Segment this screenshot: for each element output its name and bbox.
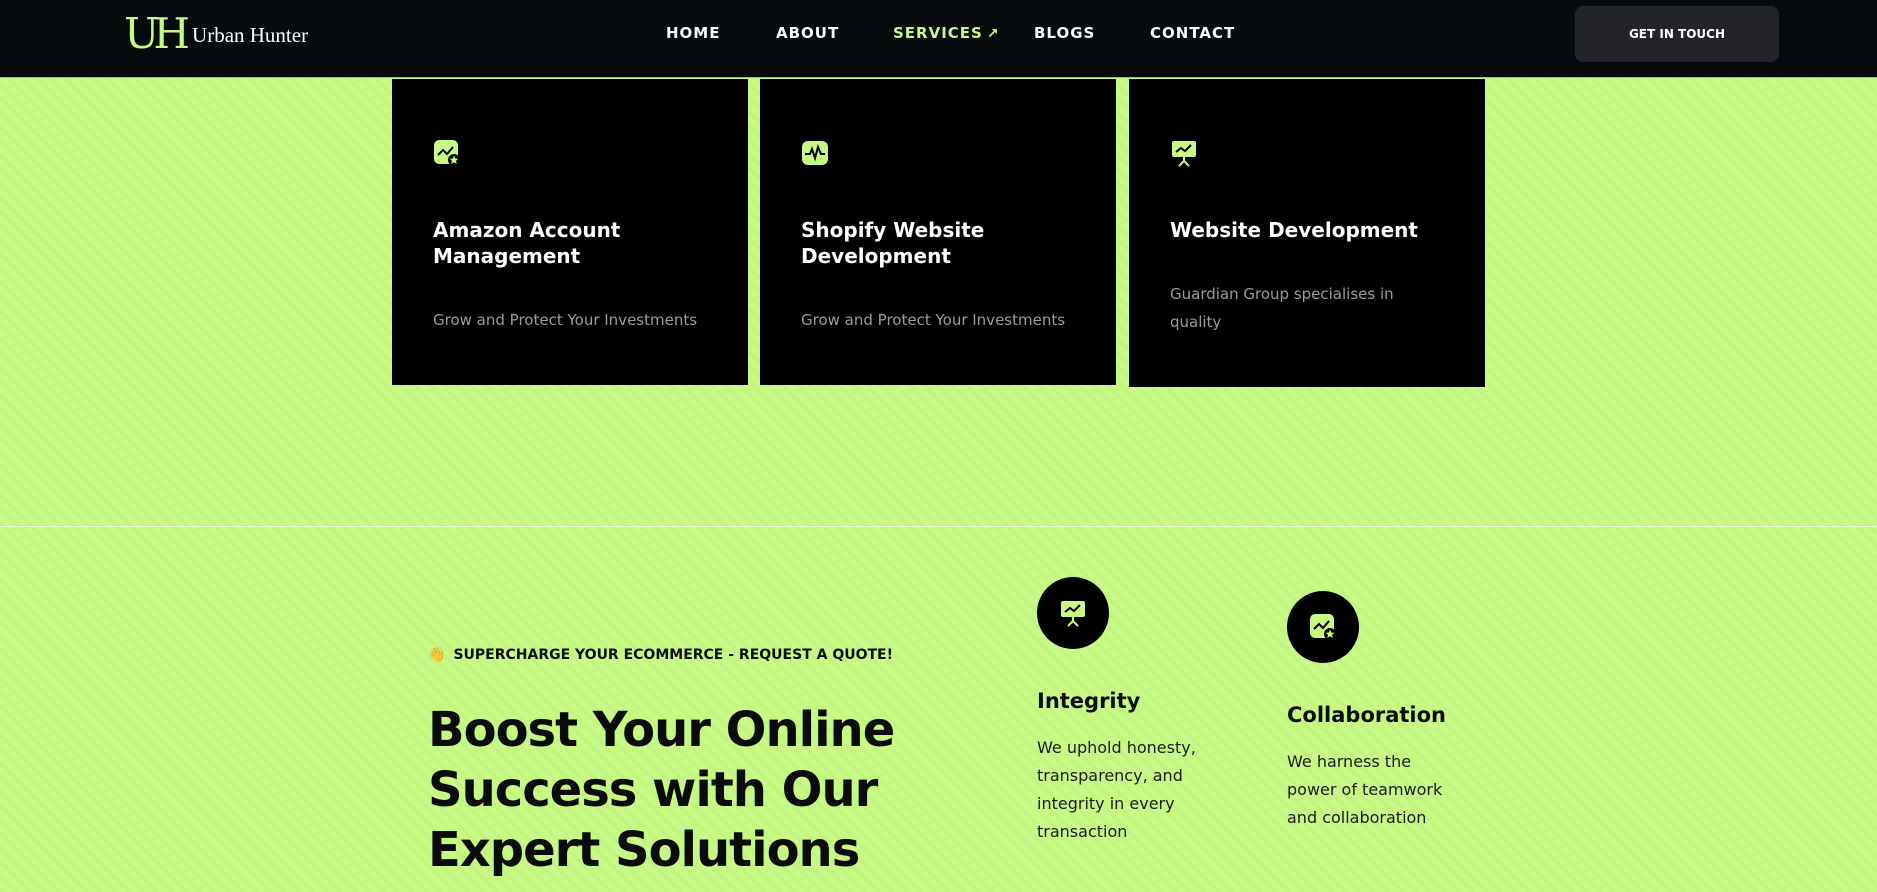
chart-badge-icon — [1310, 614, 1336, 640]
service-card-amazon[interactable]: Amazon Account Management Grow and Prote… — [392, 79, 748, 385]
headline: Boost Your Online Success with Our Exper… — [428, 702, 895, 878]
waving-hand-icon: 👋 — [428, 647, 446, 663]
service-description: Grow and Protect Your Investments — [801, 311, 1066, 329]
nav-about[interactable]: ABOUT — [776, 24, 839, 42]
pulse-icon — [802, 141, 828, 165]
get-in-touch-button[interactable]: GET IN TOUCH — [1575, 6, 1779, 62]
eyebrow-label: SUPERCHARGE YOUR ECOMMERCE - REQUEST A Q… — [453, 647, 893, 663]
nav-services-label: SERVICES — [893, 24, 983, 42]
presentation-icon — [1061, 601, 1085, 627]
integrity-badge — [1037, 577, 1109, 649]
logo-mark: UH — [124, 9, 190, 58]
logo-text: Urban Hunter — [192, 23, 309, 47]
service-card-website[interactable]: Website Development Guardian Group speci… — [1129, 79, 1485, 387]
service-title: Website Development — [1170, 218, 1418, 242]
arrow-up-right-icon: ↗ — [986, 26, 1000, 42]
service-description: Grow and Protect Your Investments — [433, 311, 698, 329]
collaboration-badge — [1287, 591, 1359, 663]
chart-badge-icon — [434, 140, 460, 166]
eyebrow-text: 👋 SUPERCHARGE YOUR ECOMMERCE - REQUEST A… — [428, 647, 893, 663]
value-title-integrity: Integrity — [1037, 689, 1141, 713]
service-description: Guardian Group specialises in quality — [1170, 285, 1394, 331]
service-title: Shopify Website Development — [801, 218, 985, 268]
service-card-shopify[interactable]: Shopify Website Development Grow and Pro… — [760, 79, 1116, 385]
nav-contact[interactable]: CONTACT — [1150, 24, 1235, 42]
value-desc-integrity: We uphold honesty, transparency, and int… — [1037, 738, 1196, 841]
value-title-collaboration: Collaboration — [1287, 703, 1447, 727]
value-desc-collaboration: We harness the power of teamwork and col… — [1287, 752, 1443, 827]
nav-blogs[interactable]: BLOGS — [1034, 24, 1095, 42]
nav-services[interactable]: SERVICES ↗ — [893, 24, 1000, 42]
nav-home[interactable]: HOME — [666, 24, 720, 42]
presentation-icon — [1172, 141, 1196, 167]
service-title: Amazon Account Management — [433, 218, 621, 268]
section-divider — [0, 526, 1877, 527]
logo[interactable]: UH Urban Hunter — [124, 9, 309, 58]
site-header: UH Urban Hunter HOME ABOUT SERVICES ↗ BLO… — [0, 0, 1877, 78]
